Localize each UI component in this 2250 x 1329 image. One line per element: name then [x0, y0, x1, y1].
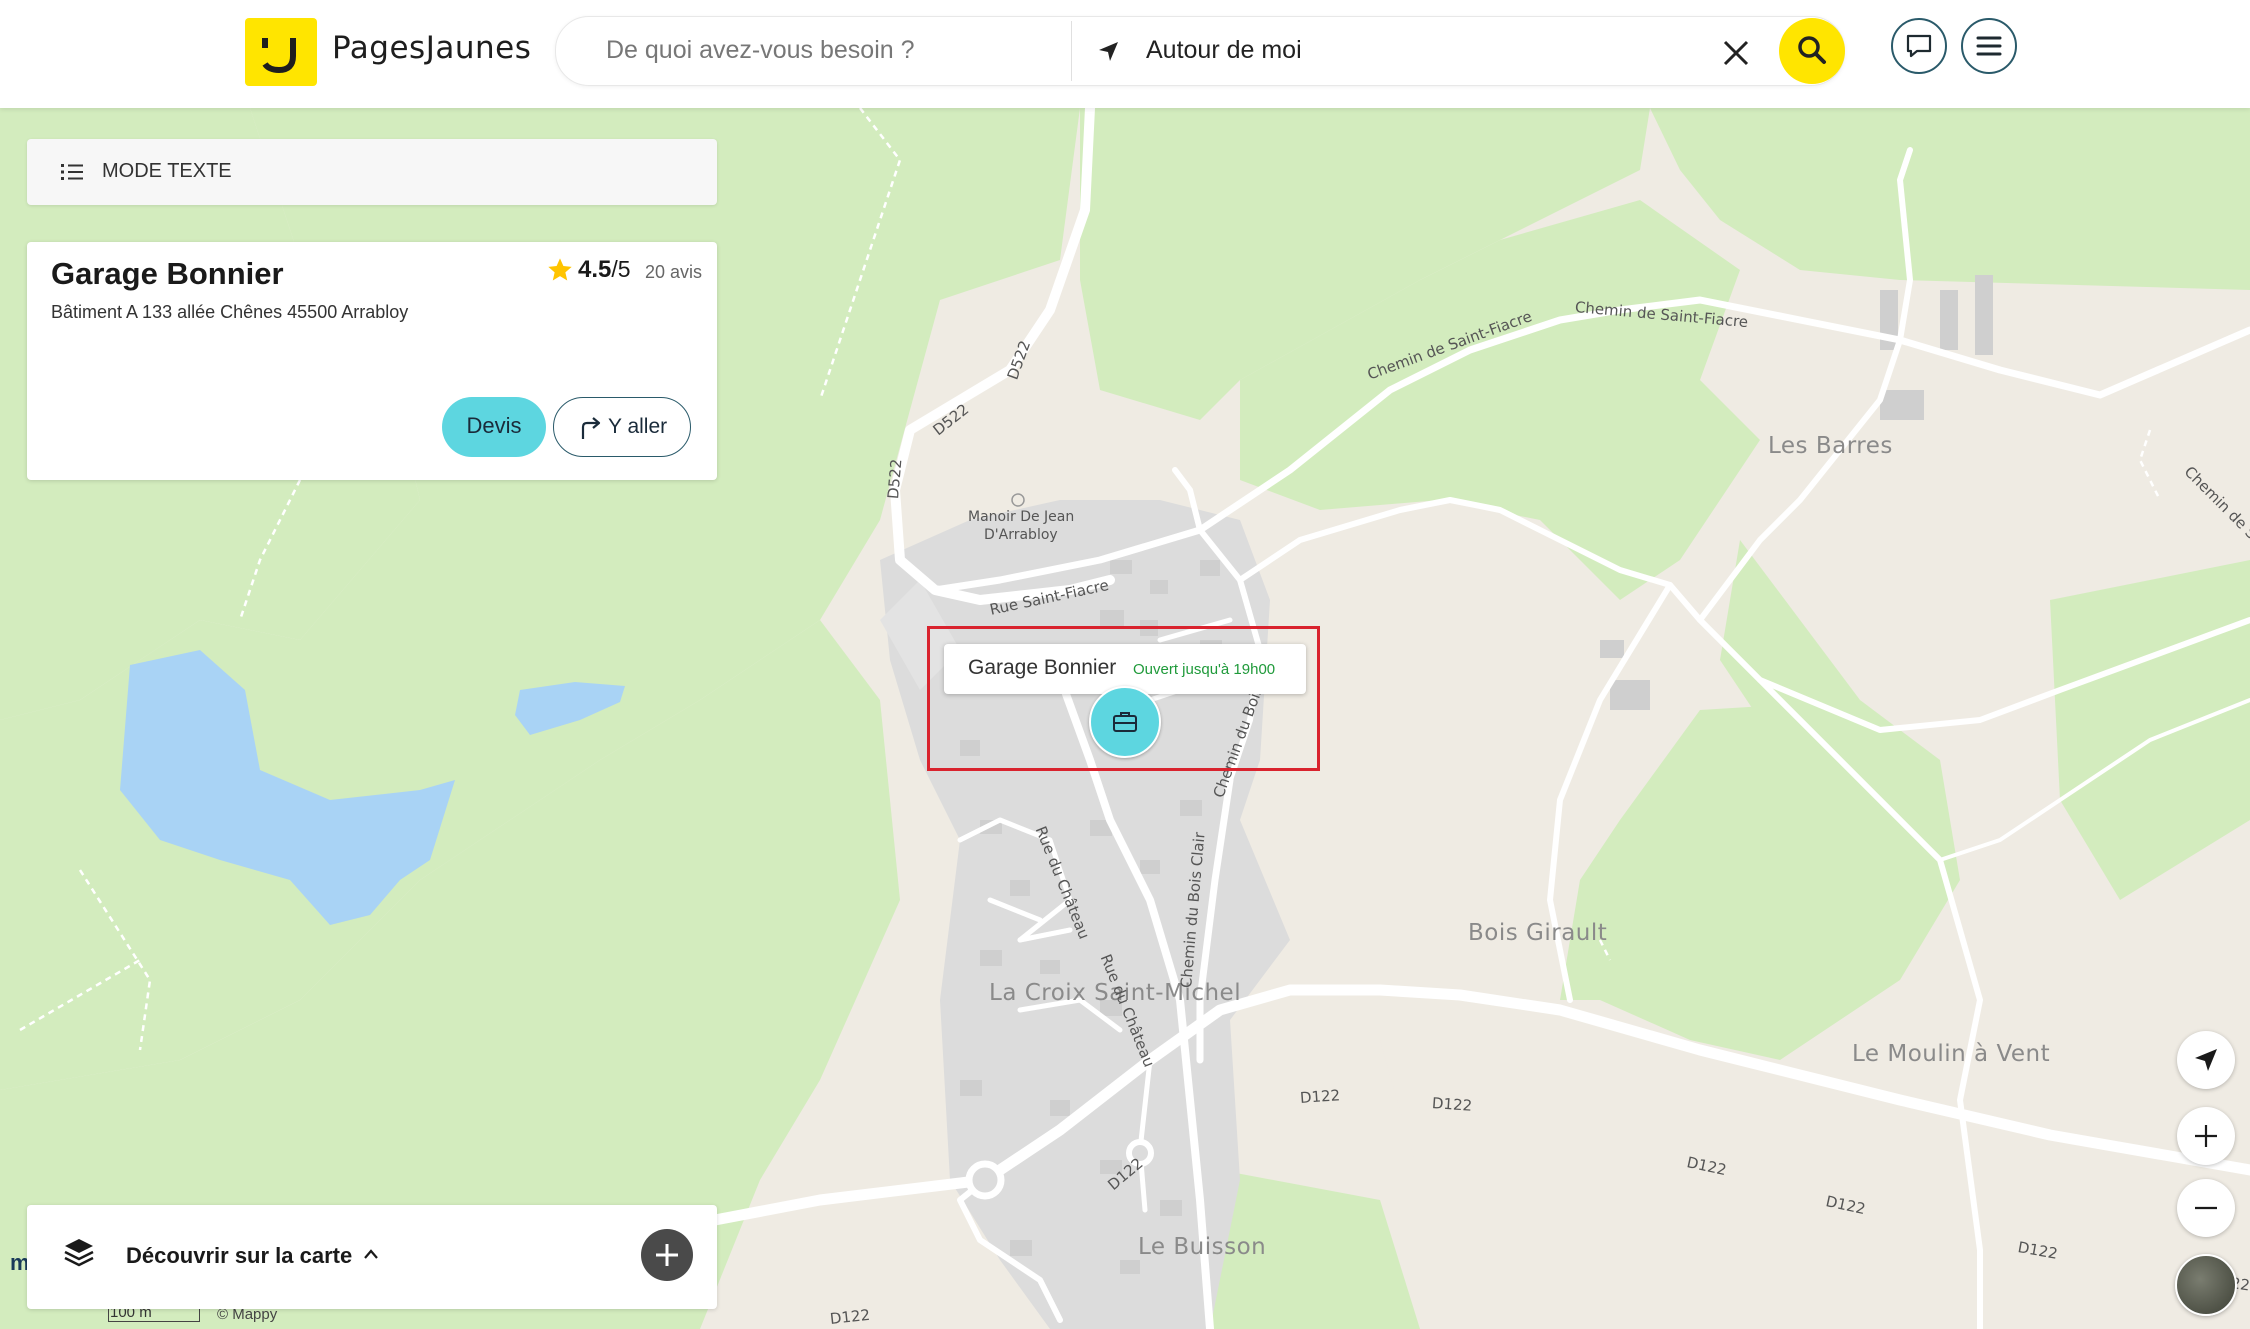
directions-label: Y aller [608, 415, 668, 438]
poi-label: Manoir De Jean [968, 509, 1075, 525]
close-icon[interactable] [1721, 38, 1751, 68]
mode-texte-button[interactable]: MODE TEXTE [27, 139, 717, 205]
navigation-arrow-icon [2195, 1049, 2217, 1071]
search-icon [1798, 36, 1826, 64]
road-label: D122 [1299, 1086, 1341, 1107]
plus-icon [656, 1244, 678, 1266]
menu-button[interactable] [1961, 18, 2017, 74]
turn-right-arrow-icon [581, 417, 601, 439]
chevron-up-icon[interactable] [362, 1247, 380, 1261]
search-bar: De quoi avez-vous besoin ? Autour de moi [555, 16, 1845, 86]
business-address: Bâtiment A 133 allée Chênes 45500 Arrabl… [51, 302, 409, 322]
business-card[interactable]: Garage Bonnier 4.5/5 20 avis Bâtiment A … [27, 242, 717, 480]
opening-status: Ouvert jusqu'à 19h00 [1133, 661, 1276, 678]
road-label: D522 [884, 458, 906, 500]
smiley-logo-icon [262, 38, 296, 74]
discover-label: Découvrir sur la carte [126, 1243, 353, 1268]
search-divider [1071, 21, 1072, 81]
place-label: Les Barres [1768, 433, 1893, 459]
tooltip-business-name: Garage Bonnier [968, 656, 1117, 679]
devis-button[interactable]: Devis [442, 397, 546, 457]
search-input[interactable]: De quoi avez-vous besoin ? [606, 36, 1046, 65]
zoom-out-button[interactable] [2177, 1179, 2235, 1237]
list-icon [61, 164, 83, 180]
review-count[interactable]: 20 avis [645, 262, 702, 283]
plus-icon [2195, 1125, 2217, 1147]
layers-icon [64, 1239, 94, 1267]
add-button[interactable] [641, 1229, 693, 1281]
hamburger-menu-icon [1976, 36, 2002, 56]
place-label: Le Buisson [1138, 1234, 1267, 1260]
zoom-in-button[interactable] [2177, 1107, 2235, 1165]
place-label: Bois Girault [1468, 920, 1608, 946]
pagesjaunes-logo[interactable] [245, 18, 317, 86]
search-button[interactable] [1779, 18, 1845, 84]
poi-label: D'Arrabloy [984, 527, 1058, 543]
road-label: D122 [1431, 1094, 1473, 1115]
business-name[interactable]: Garage Bonnier [51, 256, 284, 292]
header: PagesJaunes De quoi avez-vous besoin ? A… [0, 0, 2250, 108]
briefcase-icon [1113, 712, 1137, 732]
star-icon [548, 258, 572, 281]
directions-button[interactable]: Y aller [553, 397, 691, 457]
chat-button[interactable] [1891, 18, 1947, 74]
rating-value: 4.5/5 [578, 256, 631, 283]
chat-icon [1906, 34, 1932, 58]
logo-text[interactable]: PagesJaunes [332, 30, 531, 66]
satellite-layer-toggle[interactable] [2175, 1254, 2237, 1316]
location-input[interactable]: Autour de moi [1146, 36, 1302, 65]
navigation-arrow-icon [1099, 42, 1118, 61]
discover-panel[interactable]: Découvrir sur la carte [27, 1205, 717, 1309]
locate-me-button[interactable] [2177, 1031, 2235, 1089]
business-marker[interactable] [1089, 686, 1161, 758]
minus-icon [2195, 1206, 2217, 1210]
mode-texte-label: MODE TEXTE [102, 160, 232, 182]
place-label: Le Moulin à Vent [1852, 1041, 2051, 1067]
